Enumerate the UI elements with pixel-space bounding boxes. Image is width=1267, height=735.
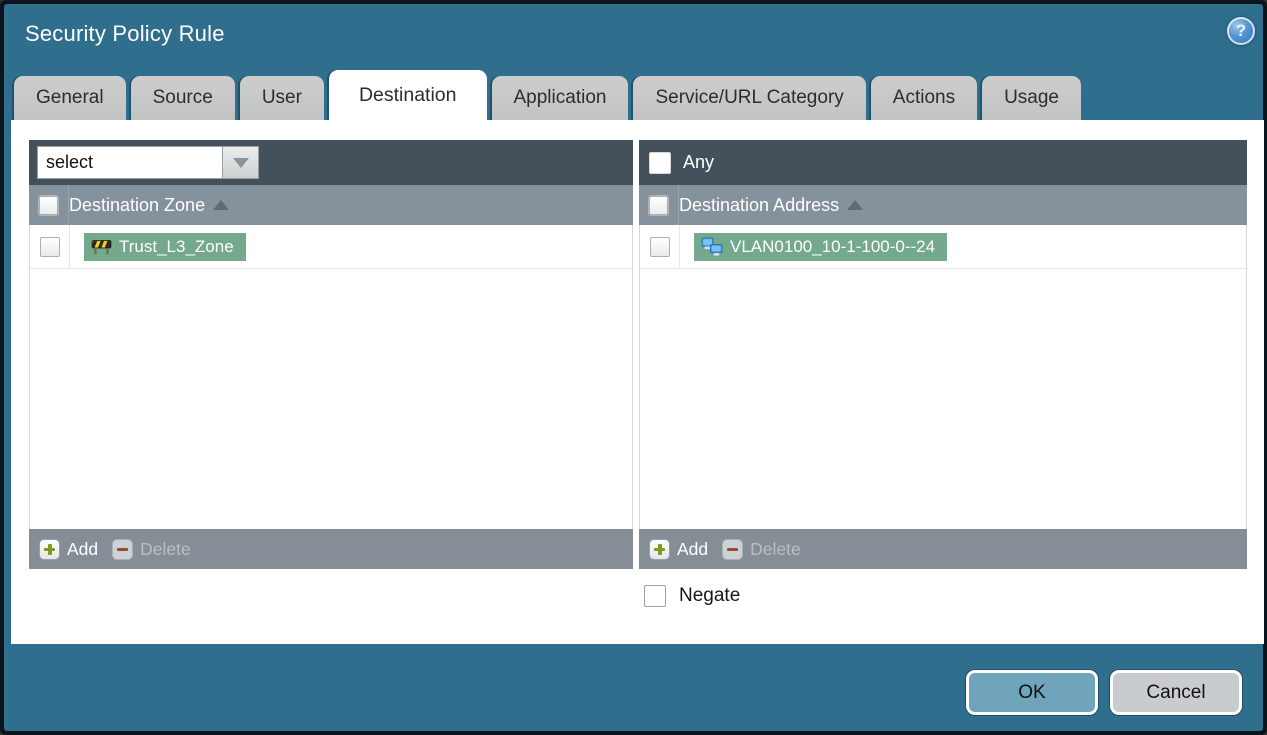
cancel-button[interactable]: Cancel <box>1110 670 1242 715</box>
sort-ascending-icon[interactable] <box>213 200 230 210</box>
zone-barricade-icon <box>91 240 112 255</box>
zone-add-label: Add <box>67 538 99 559</box>
dialog-title: Security Policy Rule <box>25 21 225 46</box>
zone-column-header-row: Destination Zone <box>29 185 633 225</box>
delete-minus-icon <box>722 538 744 560</box>
address-column-header-row: Destination Address <box>639 185 1247 225</box>
address-network-icon <box>701 237 723 256</box>
sort-ascending-icon[interactable] <box>847 200 864 210</box>
zone-select-dropdown-button[interactable] <box>222 146 259 179</box>
tab-actions[interactable]: Actions <box>870 76 978 120</box>
add-plus-icon <box>649 538 670 560</box>
address-chip[interactable]: VLAN0100_10-1-100-0--24 <box>694 232 948 261</box>
tab-source[interactable]: Source <box>130 76 235 120</box>
tab-application[interactable]: Application <box>491 76 629 120</box>
address-chip-label: VLAN0100_10-1-100-0--24 <box>730 236 936 256</box>
address-delete-button[interactable]: Delete <box>722 538 801 560</box>
negate-checkbox[interactable] <box>644 585 666 607</box>
address-toolbar: Any <box>639 140 1247 185</box>
delete-minus-icon <box>112 538 134 560</box>
dialog-body: Security Policy Rule ? General Source Us… <box>4 4 1264 731</box>
help-icon[interactable]: ? <box>1227 17 1255 45</box>
negate-option: Negate <box>644 585 740 607</box>
zone-toolbar <box>29 140 633 185</box>
zone-delete-label: Delete <box>140 538 191 559</box>
tab-usage[interactable]: Usage <box>982 76 1081 120</box>
zone-column-header[interactable]: Destination Zone <box>69 195 205 216</box>
tab-bar: General Source User Destination Applicat… <box>14 70 1253 120</box>
ok-button[interactable]: OK <box>966 670 1098 715</box>
zone-chip-label: Trust_L3_Zone <box>119 236 234 256</box>
any-checkbox[interactable] <box>649 151 671 174</box>
address-select-all-cell <box>639 185 679 225</box>
destination-tab-content: Destination Zone <box>11 120 1264 644</box>
security-policy-rule-dialog: Security Policy Rule ? General Source Us… <box>0 0 1267 735</box>
destination-zone-panel: Destination Zone <box>29 140 633 569</box>
address-add-button[interactable]: Add <box>649 538 709 560</box>
address-footer: Add Delete <box>639 529 1247 569</box>
zone-delete-button[interactable]: Delete <box>112 538 191 560</box>
zone-select-dropdown <box>37 146 259 179</box>
address-select-all-checkbox[interactable] <box>649 195 668 215</box>
zone-select-all-cell <box>29 185 69 225</box>
chevron-down-icon <box>232 157 249 168</box>
tab-service-url-category[interactable]: Service/URL Category <box>633 76 866 120</box>
zone-row-checkbox[interactable] <box>39 236 60 257</box>
address-row-checkbox-cell <box>640 225 680 268</box>
zone-select-all-checkbox[interactable] <box>39 195 58 215</box>
zone-chip[interactable]: Trust_L3_Zone <box>84 232 246 261</box>
table-row[interactable]: Trust_L3_Zone <box>30 225 632 269</box>
tab-general[interactable]: General <box>14 76 126 120</box>
negate-label: Negate <box>679 585 741 606</box>
address-list: VLAN0100_10-1-100-0--24 <box>639 225 1247 529</box>
add-plus-icon <box>39 538 60 560</box>
table-row[interactable]: VLAN0100_10-1-100-0--24 <box>640 225 1246 269</box>
destination-address-panel: Any Destination Address VLAN0100_10-1-10… <box>639 140 1247 569</box>
address-delete-label: Delete <box>750 538 801 559</box>
address-add-label: Add <box>677 538 709 559</box>
zone-row-checkbox-cell <box>30 225 70 268</box>
address-row-checkbox[interactable] <box>649 236 670 257</box>
zone-list: Trust_L3_Zone <box>29 225 633 529</box>
zone-select-input[interactable] <box>37 146 222 179</box>
tab-destination[interactable]: Destination <box>328 70 487 120</box>
address-column-header[interactable]: Destination Address <box>679 195 839 216</box>
any-label: Any <box>683 152 715 172</box>
zone-footer: Add Delete <box>29 529 633 569</box>
tab-user[interactable]: User <box>239 76 324 120</box>
zone-add-button[interactable]: Add <box>39 538 99 560</box>
